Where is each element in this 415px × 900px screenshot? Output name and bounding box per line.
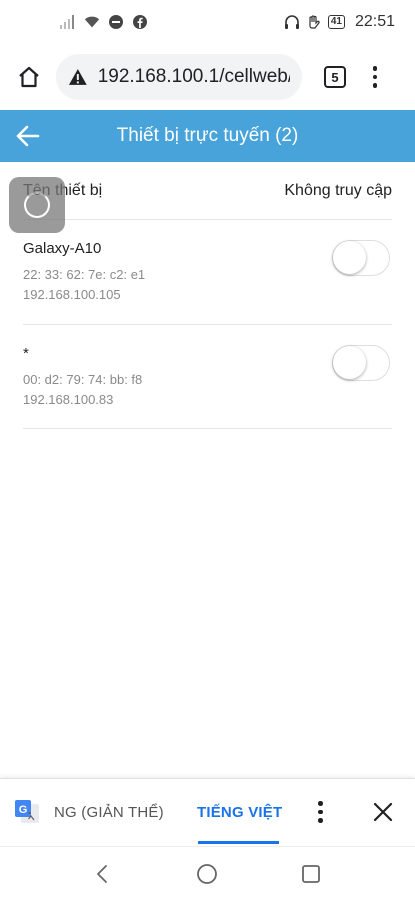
tab-switcher-button[interactable]: 5: [324, 66, 346, 88]
system-nav-bar: [0, 846, 415, 900]
divider: [23, 324, 392, 325]
spinner-icon: [24, 192, 50, 218]
page-title: Thiết bị trực tuyến (2): [116, 125, 299, 146]
nav-recents-icon[interactable]: [300, 863, 322, 885]
facebook-icon: [132, 14, 148, 30]
home-icon: [19, 66, 39, 88]
block-access-toggle[interactable]: [332, 345, 390, 381]
divider: [23, 428, 392, 429]
status-right: 41 22:51: [284, 13, 395, 31]
headphones-icon: [284, 14, 300, 30]
status-left: [60, 14, 148, 30]
selected-tab-indicator: [198, 841, 279, 844]
toggle-knob: [333, 346, 366, 379]
arrow-left-icon: [16, 125, 40, 147]
translate-menu-button[interactable]: [318, 801, 323, 823]
battery-indicator: 41: [327, 15, 345, 29]
table-header: Tên thiết bị Không truy cập: [23, 182, 392, 200]
list-item: * 00: d2: 79: 74: bb: f8 192.168.100.83: [23, 345, 392, 407]
back-button[interactable]: [0, 110, 56, 162]
hand-icon: [306, 14, 322, 30]
loading-spinner: [9, 177, 65, 233]
browser-toolbar: 192.168.100.1/cellweb/ 5: [0, 44, 415, 110]
google-translate-icon: G: [15, 800, 39, 823]
url-text[interactable]: 192.168.100.1/cellweb/: [98, 66, 290, 88]
nav-back-icon[interactable]: [92, 863, 114, 885]
divider: [23, 219, 392, 220]
toggle-knob: [333, 241, 366, 274]
dnd-icon: [108, 14, 124, 30]
status-bar: 41 22:51: [0, 0, 415, 44]
browser-menu-button[interactable]: [372, 66, 378, 88]
signal-icon: [60, 14, 76, 30]
device-ip: 192.168.100.83: [23, 392, 114, 407]
close-icon[interactable]: [372, 801, 394, 823]
column-no-access: Không truy cập: [284, 182, 392, 199]
target-language-tab[interactable]: TIẾNG VIỆT: [197, 804, 282, 821]
address-bar[interactable]: 192.168.100.1/cellweb/: [56, 54, 302, 100]
source-language-tab[interactable]: NG (GIẢN THỂ): [54, 804, 164, 821]
warning-icon[interactable]: [68, 68, 88, 86]
list-item: Galaxy-A10 22: 33: 62: 7e: c2: e1 192.16…: [23, 240, 392, 302]
svg-text:G: G: [19, 804, 28, 816]
nav-home-icon[interactable]: [196, 863, 218, 885]
home-button[interactable]: [14, 62, 44, 92]
wifi-icon: [84, 14, 100, 30]
translate-bar: G NG (GIẢN THỂ) TIẾNG VIỆT: [0, 778, 415, 846]
device-ip: 192.168.100.105: [23, 287, 121, 302]
block-access-toggle[interactable]: [332, 240, 390, 276]
app-header: Thiết bị trực tuyến (2): [0, 110, 415, 162]
clock: 22:51: [354, 13, 395, 30]
